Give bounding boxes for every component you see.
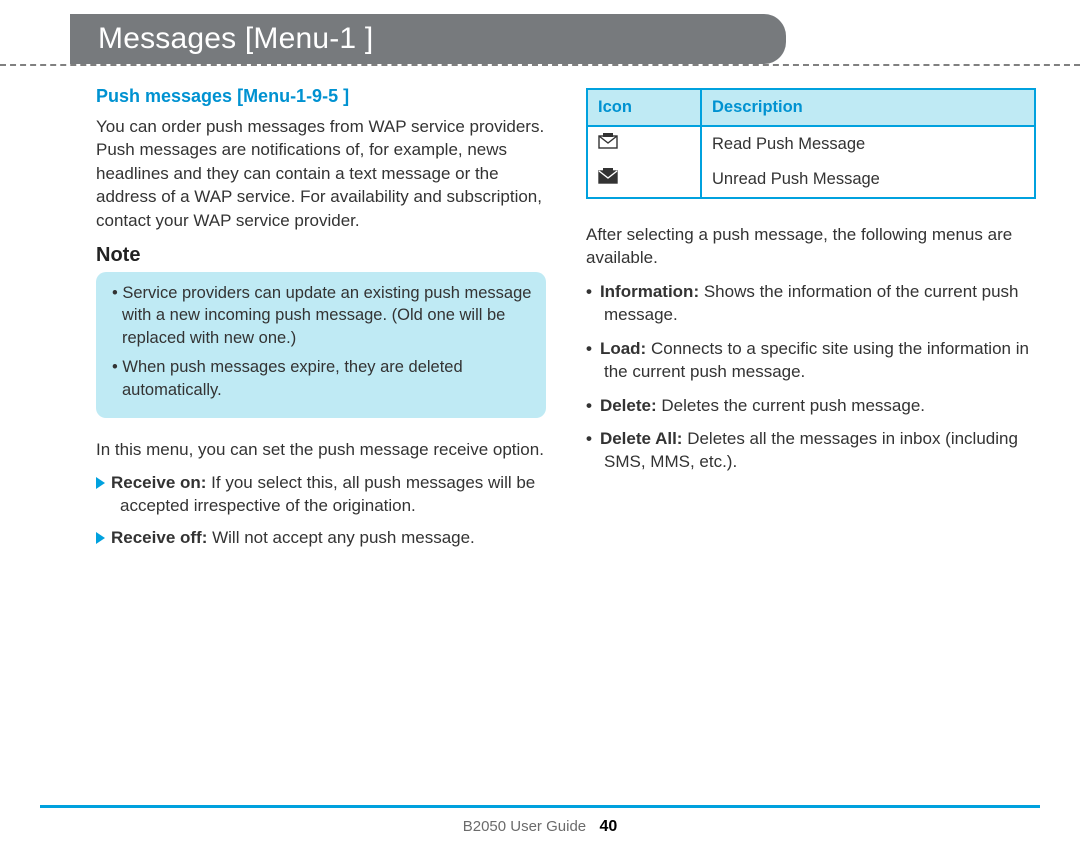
chevron-right-icon bbox=[96, 532, 105, 544]
arrow-list: Receive on: If you select this, all push… bbox=[96, 471, 546, 549]
table-row: Unread Push Message bbox=[587, 162, 1035, 198]
note-bullet: • When push messages expire, they are de… bbox=[112, 356, 532, 402]
footer-bar bbox=[40, 805, 1040, 808]
list-item: Delete: Deletes the current push message… bbox=[586, 394, 1036, 417]
list-item: Information: Shows the information of th… bbox=[586, 280, 1036, 327]
left-column: Push messages [Menu-1-9-5 ] You can orde… bbox=[96, 84, 546, 557]
footer: B2050 User Guide 40 bbox=[0, 805, 1080, 836]
note-heading: Note bbox=[96, 242, 546, 270]
intro-paragraph: You can order push messages from WAP ser… bbox=[96, 115, 546, 232]
divider-dashed bbox=[0, 64, 1080, 66]
list-item: Receive off: Will not accept any push me… bbox=[96, 526, 546, 549]
chevron-right-icon bbox=[96, 477, 105, 489]
table-cell: Unread Push Message bbox=[701, 162, 1035, 198]
after-paragraph: After selecting a push message, the foll… bbox=[586, 223, 1036, 270]
list-item: Receive on: If you select this, all push… bbox=[96, 471, 546, 518]
table-header-description: Description bbox=[701, 89, 1035, 126]
table-cell: Read Push Message bbox=[701, 126, 1035, 162]
footer-guide: B2050 User Guide bbox=[463, 818, 586, 835]
page-title: Messages [Menu-1 ] bbox=[98, 22, 373, 55]
list-item: Delete All: Deletes all the messages in … bbox=[586, 427, 1036, 474]
unread-push-icon bbox=[598, 168, 618, 191]
read-push-icon bbox=[598, 133, 618, 156]
mid-paragraph: In this menu, you can set the push messa… bbox=[96, 438, 546, 461]
right-column: Icon Description Re bbox=[586, 84, 1036, 557]
list-item: Load: Connects to a specific site using … bbox=[586, 337, 1036, 384]
note-box: • Service providers can update an existi… bbox=[96, 272, 546, 418]
page-number: 40 bbox=[599, 818, 617, 835]
note-bullet: • Service providers can update an existi… bbox=[112, 282, 532, 350]
section-heading: Push messages [Menu-1-9-5 ] bbox=[96, 84, 546, 109]
content: Push messages [Menu-1-9-5 ] You can orde… bbox=[0, 66, 1080, 567]
table-row: Read Push Message bbox=[587, 126, 1035, 162]
title-bar: Messages [Menu-1 ] bbox=[70, 14, 786, 64]
icon-description-table: Icon Description Re bbox=[586, 88, 1036, 199]
table-header-icon: Icon bbox=[587, 89, 701, 126]
